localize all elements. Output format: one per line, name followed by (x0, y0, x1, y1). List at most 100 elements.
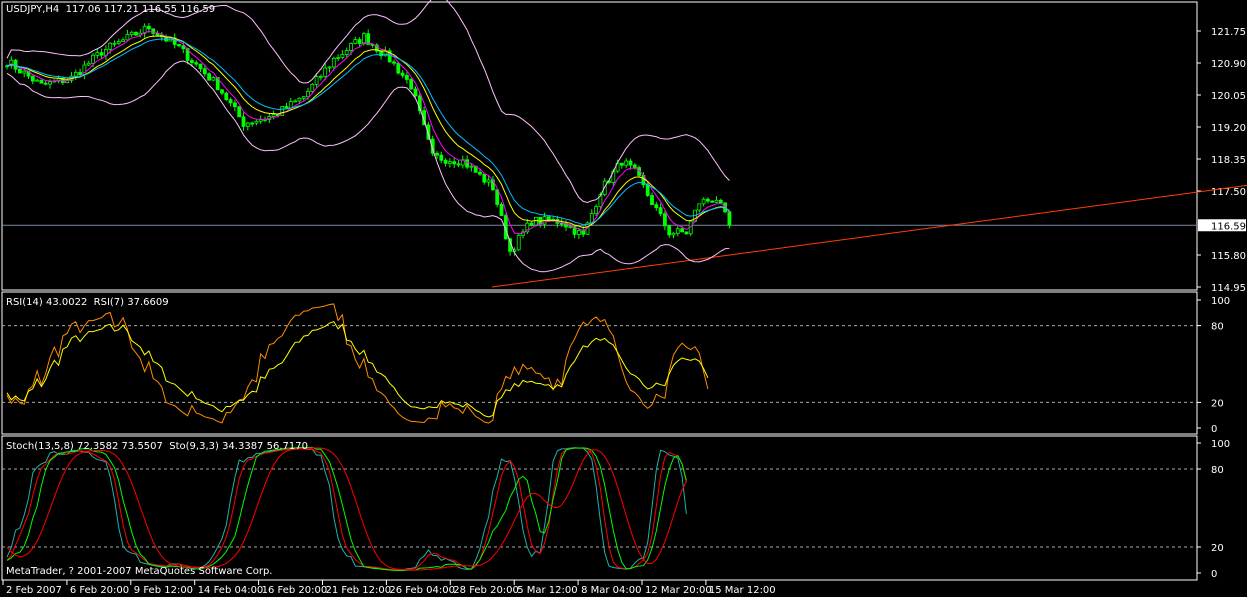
candle-body (353, 39, 358, 44)
candle-body (177, 44, 181, 47)
price-header: USDJPY,H4 117.06 117.21 116.55 116.59 (6, 4, 215, 15)
candle-body (323, 67, 328, 77)
candle-body (594, 206, 598, 215)
stoch-fast-signal (6, 447, 687, 571)
candle-body (310, 83, 315, 92)
symbol: USDJPY,H4 (6, 4, 60, 15)
candle-body (456, 163, 461, 166)
price-tick-label: 114.95 (1211, 283, 1246, 294)
time-label: 26 Feb 04:00 (389, 585, 455, 596)
candle-body (211, 77, 216, 81)
price-tick-label: 119.20 (1211, 123, 1246, 134)
stoch-slow-main (6, 446, 687, 572)
candle-body (78, 72, 82, 76)
candle-body (73, 72, 78, 77)
ma-mid (6, 35, 730, 229)
candle-body (516, 234, 521, 251)
candle-body (220, 89, 224, 94)
candle-body (245, 122, 250, 127)
rsi-tick-label: 80 (1211, 322, 1224, 333)
candle-body (684, 231, 689, 235)
time-label: 12 Mar 20:00 (645, 585, 712, 596)
candle-body (447, 161, 452, 164)
candle-body (577, 230, 581, 235)
candle-body (39, 79, 44, 84)
candle-body (99, 52, 104, 56)
chart-canvas[interactable]: 121.75 120.90 120.05 119.20 118.35 117.50 115.… (0, 0, 1247, 597)
candle-body (17, 68, 22, 74)
candle-body (30, 75, 35, 82)
candle-body (396, 62, 401, 74)
candle-body (301, 96, 306, 99)
candle-body (306, 91, 310, 98)
candle-body (443, 159, 448, 164)
time-label: 8 Mar 04:00 (581, 585, 641, 596)
candle-body (232, 102, 237, 108)
candle-body (134, 31, 138, 36)
copyright: MetaTrader, ? 2001-2007 MetaQuotes Softw… (6, 566, 273, 577)
candle-body (125, 34, 130, 41)
candle-body (258, 119, 263, 122)
candle-body (486, 179, 491, 183)
candle-body (250, 122, 255, 125)
candle-body (116, 41, 121, 44)
candle-body (495, 189, 500, 205)
candle-body (654, 204, 659, 209)
candle-body (452, 161, 457, 165)
candle-body (95, 52, 100, 56)
candle-body (91, 54, 95, 64)
candle-body (207, 73, 212, 81)
rsi7-line (6, 303, 709, 424)
candle-body (658, 207, 663, 215)
candle-body (499, 204, 504, 216)
candle-body (465, 159, 470, 168)
candle-body (645, 184, 650, 196)
bollinger-lower (6, 60, 730, 273)
pane-border-1 (1, 291, 1198, 435)
time-label: 2 Feb 2007 (6, 585, 62, 596)
candle-body (112, 42, 117, 45)
stoch-tick-label: 0 (1211, 569, 1217, 580)
candle-body (228, 99, 233, 104)
candle-body (189, 60, 194, 64)
time-label: 16 Feb 20:00 (262, 585, 328, 596)
candle-body (198, 63, 203, 70)
candle-body (129, 31, 134, 35)
price-tick-label: 115.80 (1211, 251, 1246, 262)
candle-body (202, 68, 207, 75)
candle-body (318, 75, 323, 78)
candle-body (224, 92, 229, 101)
candle-body (671, 232, 676, 236)
rsi-tick-label: 0 (1211, 424, 1217, 435)
time-label: 28 Feb 20:00 (453, 585, 519, 596)
candle-body (568, 226, 573, 228)
ohlc: 117.06 117.21 116.55 116.59 (65, 4, 216, 15)
candle-body (701, 198, 706, 205)
candle-body (620, 162, 624, 166)
candle-body (404, 75, 409, 80)
candle-body (469, 165, 474, 168)
candle-body (254, 120, 259, 124)
candle-body (413, 88, 418, 97)
candle-body (336, 57, 341, 59)
stoch-header: Stoch(13,5,8) 72.3582 73.5507 Sto(9,3,3)… (6, 441, 308, 452)
candle-body (624, 160, 629, 166)
candle-body (237, 106, 242, 118)
candle-body (314, 76, 319, 85)
price-tick-label: 120.90 (1211, 59, 1246, 70)
rsi-tick-label: 100 (1211, 296, 1230, 307)
pane-border-0 (1, 1, 1198, 291)
candle-body (667, 225, 672, 236)
candle-body (478, 171, 482, 175)
rsi-tick-label: 20 (1211, 398, 1224, 409)
candle-body (559, 222, 564, 225)
candle-body (331, 58, 336, 68)
trendline (491, 184, 1247, 288)
candle-body (632, 164, 637, 168)
candle-body (409, 79, 414, 90)
candle-body (271, 114, 276, 117)
candle-body (663, 213, 667, 227)
candle-body (706, 198, 710, 202)
candle-body (13, 59, 18, 70)
chart-window[interactable]: 121.75 120.90 120.05 119.20 118.35 117.50 115.… (0, 0, 1247, 597)
